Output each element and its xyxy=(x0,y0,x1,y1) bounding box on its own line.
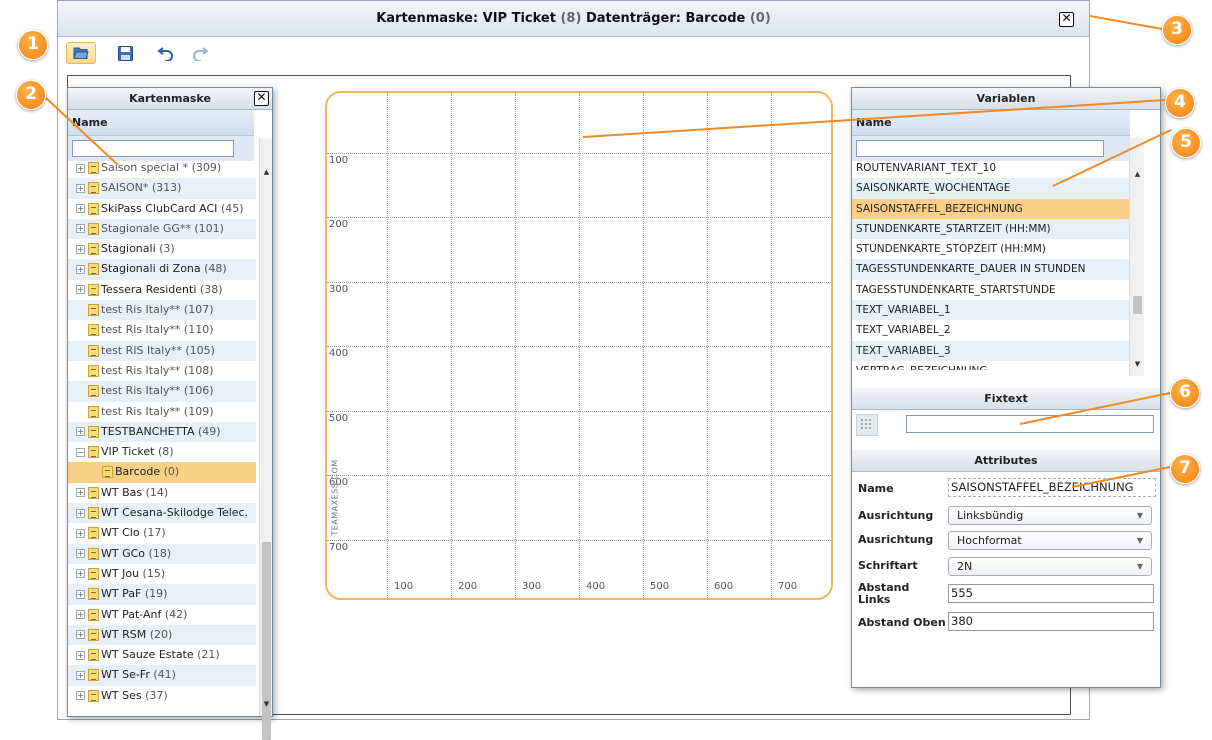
callout-lines xyxy=(45,15,1172,488)
callout-1: 1 xyxy=(18,30,48,60)
callout-6: 6 xyxy=(1170,378,1200,408)
callout-4: 4 xyxy=(1165,88,1195,118)
callout-7: 7 xyxy=(1170,454,1200,484)
callout-2: 2 xyxy=(16,80,46,110)
callout-3: 3 xyxy=(1162,15,1192,45)
callout-5: 5 xyxy=(1171,128,1201,158)
